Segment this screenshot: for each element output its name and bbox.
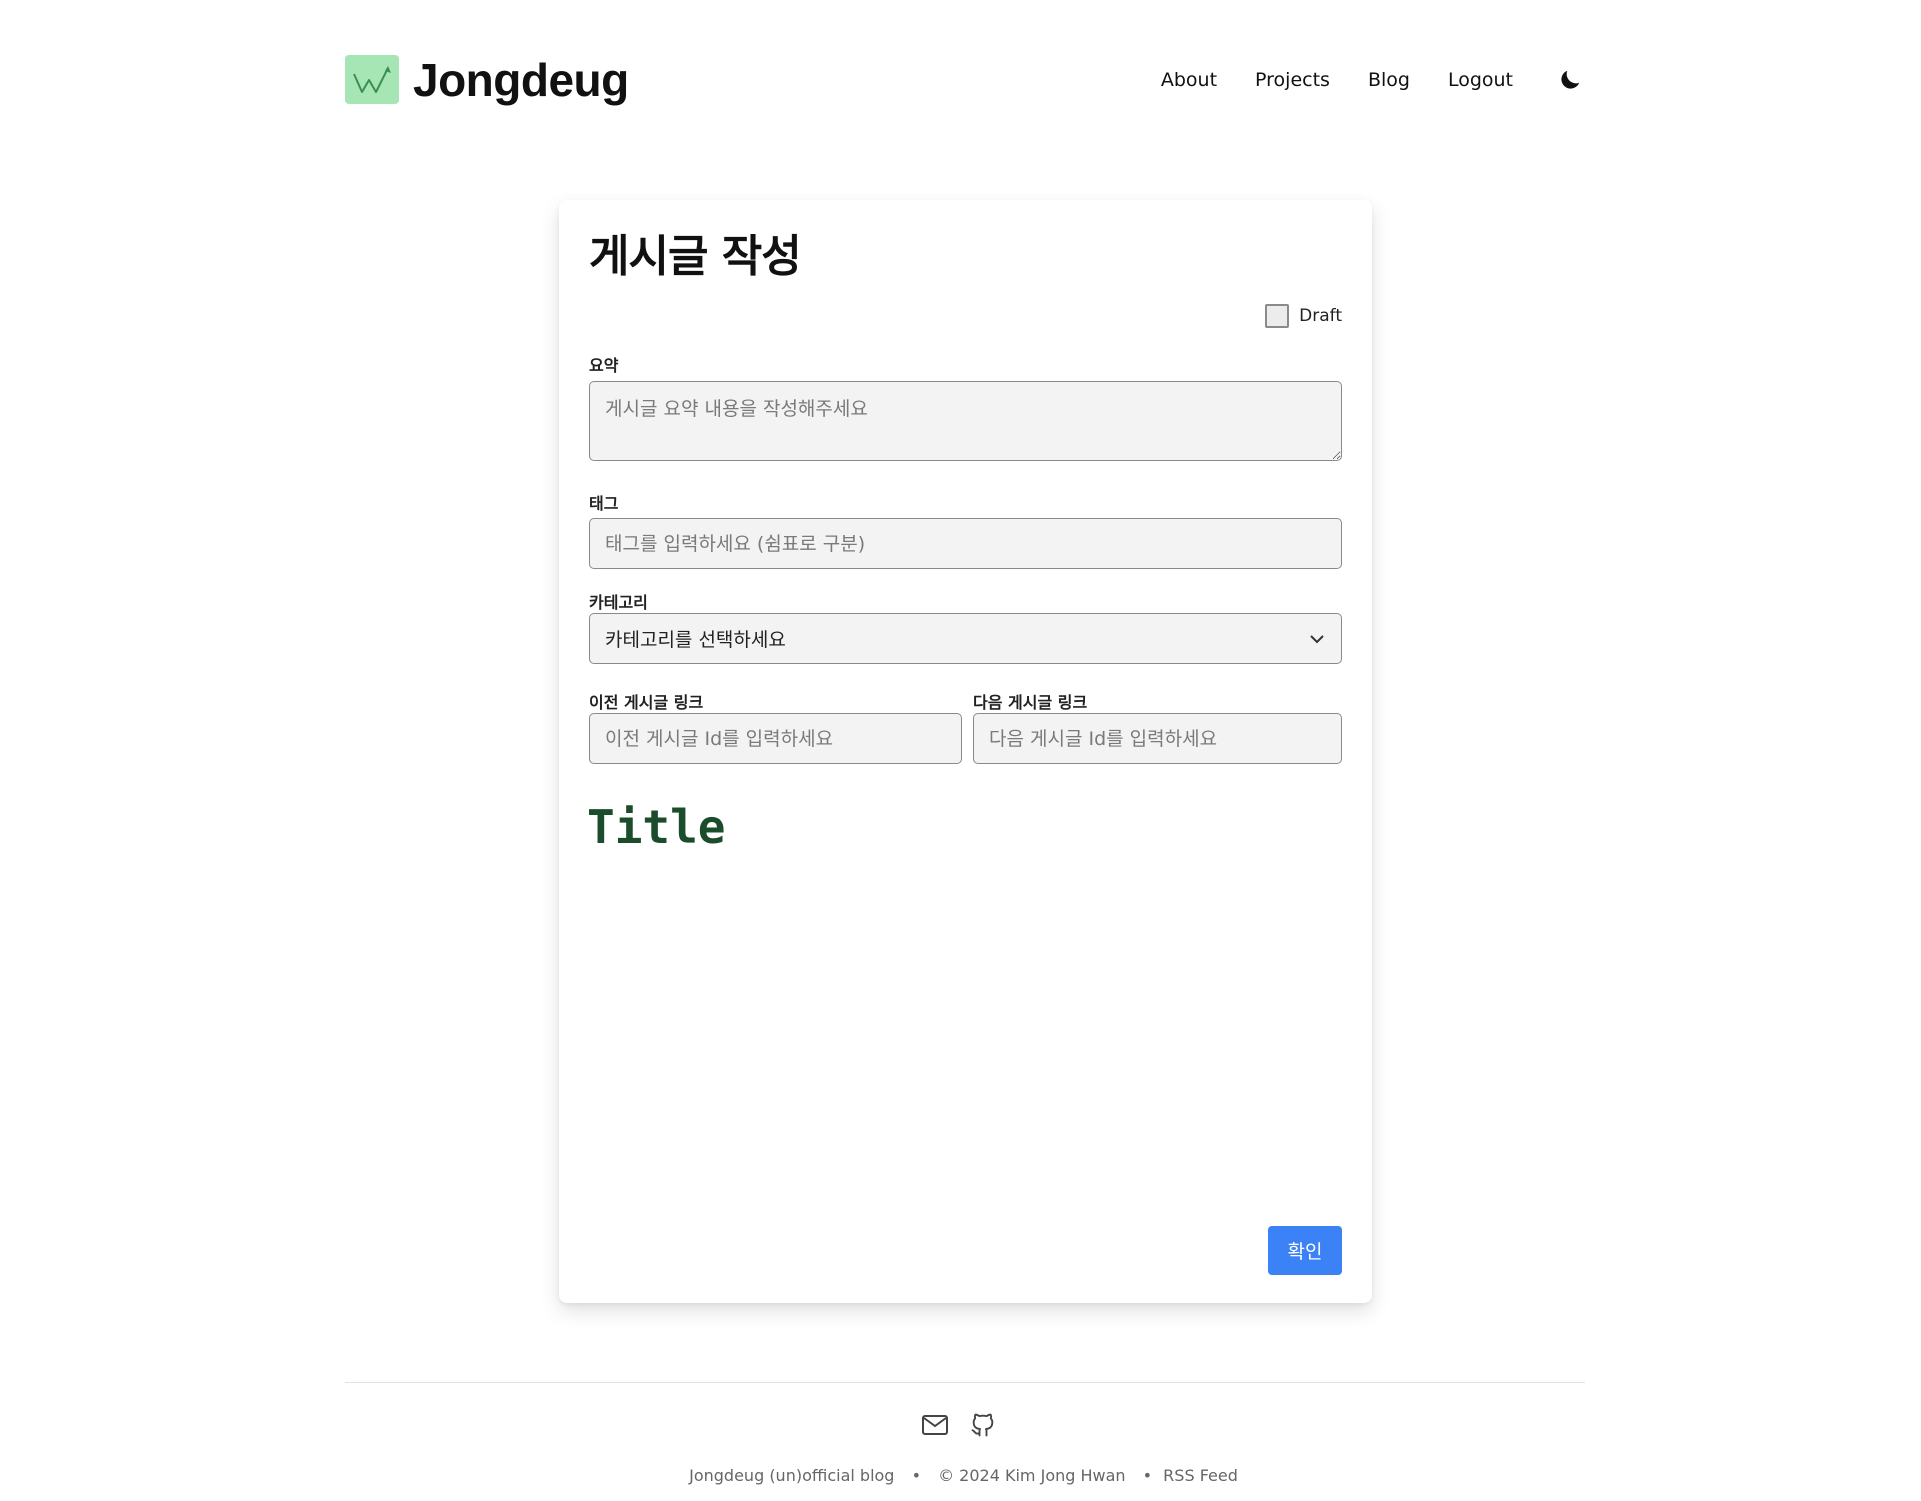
footer-divider xyxy=(345,1382,1585,1383)
category-label: 카테고리 xyxy=(589,593,648,612)
prev-link-input[interactable] xyxy=(589,713,962,764)
site-header: Jongdeug About Projects Blog Logout xyxy=(345,50,1585,110)
footer-separator: • xyxy=(1142,1466,1153,1485)
github-link[interactable] xyxy=(968,1410,998,1440)
chart-trend-icon xyxy=(353,65,391,93)
theme-toggle-button[interactable] xyxy=(1555,65,1585,95)
mail-link[interactable] xyxy=(920,1410,950,1440)
footer-separator: • xyxy=(911,1466,921,1485)
footer-blog-name: Jongdeug (un)official blog xyxy=(689,1466,895,1485)
mail-icon xyxy=(922,1415,948,1435)
prev-link-label: 이전 게시글 링크 xyxy=(589,693,704,712)
nav-about[interactable]: About xyxy=(1161,69,1217,91)
footer-text: Jongdeug (un)official blog • © 2024 Kim … xyxy=(0,1466,1921,1485)
post-form-card: 게시글 작성 Draft 요약 태그 카테고리 카테고리를 선택하세요 이전 게… xyxy=(559,200,1372,1303)
github-icon xyxy=(971,1413,994,1437)
next-link-label: 다음 게시글 링크 xyxy=(973,693,1088,712)
summary-textarea[interactable] xyxy=(589,381,1342,461)
category-select[interactable]: 카테고리를 선택하세요 xyxy=(589,613,1342,664)
logo[interactable] xyxy=(345,55,399,104)
nav-projects[interactable]: Projects xyxy=(1255,69,1330,91)
draft-toggle[interactable]: Draft xyxy=(1265,304,1342,328)
nav-blog[interactable]: Blog xyxy=(1368,69,1410,91)
footer-social-links xyxy=(920,1410,1016,1440)
category-selected-value: 카테고리를 선택하세요 xyxy=(605,629,786,651)
page-title: 게시글 작성 xyxy=(589,231,802,282)
footer-copyright: © 2024 Kim Jong Hwan xyxy=(938,1466,1126,1485)
nav-logout[interactable]: Logout xyxy=(1448,69,1513,91)
draft-checkbox[interactable] xyxy=(1265,304,1290,328)
draft-label: Draft xyxy=(1299,306,1342,326)
brand-name[interactable]: Jongdeug xyxy=(413,53,629,107)
chevron-down-icon xyxy=(1310,634,1324,643)
summary-label: 요약 xyxy=(589,356,619,375)
next-link-input[interactable] xyxy=(973,713,1342,764)
tags-label: 태그 xyxy=(589,494,619,513)
moon-icon xyxy=(1561,70,1580,89)
confirm-button[interactable]: 확인 xyxy=(1268,1226,1342,1275)
tags-input[interactable] xyxy=(589,518,1342,569)
editor-title-placeholder[interactable]: Title xyxy=(587,800,725,854)
rss-feed-link[interactable]: RSS Feed xyxy=(1163,1466,1238,1485)
main-nav: About Projects Blog Logout xyxy=(1161,50,1585,110)
